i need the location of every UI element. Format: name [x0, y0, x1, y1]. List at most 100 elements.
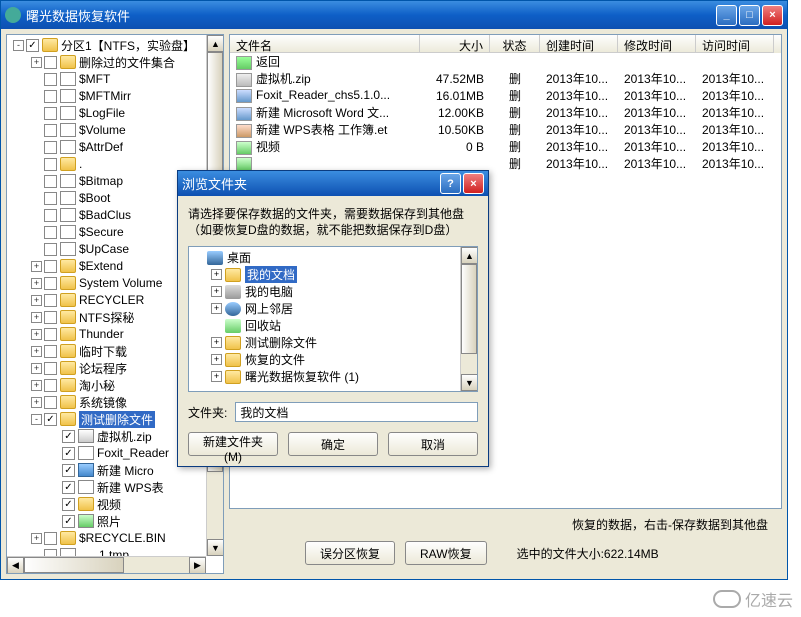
checkbox[interactable] [44, 260, 57, 273]
tree-item[interactable]: $MFT [9, 71, 221, 87]
checkbox[interactable] [44, 379, 57, 392]
expander-icon[interactable]: + [31, 329, 42, 340]
col-status[interactable]: 状态 [490, 35, 540, 53]
list-row[interactable]: 返回 [230, 53, 781, 70]
dialog-close-button[interactable]: × [463, 173, 484, 194]
checkbox[interactable] [44, 192, 57, 205]
col-ctime[interactable]: 创建时间 [540, 35, 618, 53]
title-bar[interactable]: 曙光数据恢复软件 _ □ × [1, 1, 787, 29]
cancel-button[interactable]: 取消 [388, 432, 478, 456]
tree-item[interactable]: $AttrDef [9, 139, 221, 155]
checkbox[interactable] [44, 209, 57, 222]
dlg-scroll-up-button[interactable]: ▲ [461, 247, 478, 264]
expander-icon[interactable]: + [211, 303, 222, 314]
checkbox[interactable] [44, 158, 57, 171]
checkbox[interactable] [44, 277, 57, 290]
checkbox[interactable] [44, 124, 57, 137]
expander-icon[interactable]: + [211, 354, 222, 365]
tree-item[interactable]: 新建 WPS表 [9, 479, 221, 495]
tree-item[interactable]: 照片 [9, 513, 221, 529]
checkbox[interactable] [44, 328, 57, 341]
tree-item[interactable]: $MFTMirr [9, 88, 221, 104]
expander-icon[interactable]: + [31, 261, 42, 272]
tree-item[interactable]: +删除过的文件集合 [9, 54, 221, 70]
scroll-up-button[interactable]: ▲ [207, 35, 224, 52]
checkbox[interactable] [62, 464, 75, 477]
tree-item[interactable]: $LogFile [9, 105, 221, 121]
dialog-tree-item[interactable]: +我的文档 [191, 266, 475, 283]
tree-item[interactable]: 视频 [9, 496, 221, 512]
dialog-help-button[interactable]: ? [440, 173, 461, 194]
expander-icon[interactable]: + [31, 57, 42, 68]
checkbox[interactable] [44, 413, 57, 426]
checkbox[interactable] [44, 90, 57, 103]
expander-icon[interactable]: + [211, 286, 222, 297]
scroll-thumb-h[interactable] [24, 557, 124, 573]
col-name[interactable]: 文件名 [230, 35, 420, 53]
tree-item[interactable]: $Volume [9, 122, 221, 138]
dialog-title-bar[interactable]: 浏览文件夹 ? × [178, 171, 488, 196]
checkbox[interactable] [44, 294, 57, 307]
checkbox[interactable] [44, 532, 57, 545]
checkbox[interactable] [44, 396, 57, 409]
checkbox[interactable] [62, 430, 75, 443]
new-folder-button[interactable]: 新建文件夹(M) [188, 432, 278, 456]
scroll-down-button[interactable]: ▼ [207, 539, 224, 556]
checkbox[interactable] [44, 311, 57, 324]
dialog-tree-scrollbar[interactable]: ▲ ▼ [460, 247, 477, 391]
expander-icon[interactable]: + [211, 337, 222, 348]
expander-icon[interactable]: + [211, 269, 222, 280]
expander-icon[interactable]: + [31, 346, 42, 357]
dlg-scroll-thumb[interactable] [461, 264, 477, 354]
raw-recover-button[interactable]: RAW恢复 [405, 541, 487, 565]
scroll-left-button[interactable]: ◀ [7, 557, 24, 574]
checkbox[interactable] [44, 73, 57, 86]
expander-icon[interactable]: + [31, 278, 42, 289]
list-row[interactable]: 视频0 B删2013年10...2013年10...2013年10... [230, 138, 781, 155]
checkbox[interactable] [44, 362, 57, 375]
folder-name-input[interactable] [235, 402, 478, 422]
checkbox[interactable] [62, 498, 75, 511]
dialog-tree-item[interactable]: 回收站 [191, 317, 475, 334]
list-row[interactable]: 新建 WPS表格 工作簿.et10.50KB删2013年10...2013年10… [230, 121, 781, 138]
checkbox[interactable] [44, 141, 57, 154]
list-row[interactable]: Foxit_Reader_chs5.1.0...16.01MB删2013年10.… [230, 87, 781, 104]
checkbox[interactable] [44, 175, 57, 188]
checkbox[interactable] [44, 56, 57, 69]
expander-icon[interactable]: - [31, 414, 42, 425]
ok-button[interactable]: 确定 [288, 432, 378, 456]
checkbox[interactable] [44, 243, 57, 256]
expander-icon[interactable]: + [31, 380, 42, 391]
checkbox[interactable] [44, 107, 57, 120]
dlg-scroll-down-button[interactable]: ▼ [461, 374, 478, 391]
expander-icon[interactable]: + [31, 397, 42, 408]
checkbox[interactable] [26, 39, 39, 52]
expander-icon[interactable]: + [31, 295, 42, 306]
tree-item[interactable]: +$RECYCLE.BIN [9, 530, 221, 546]
expander-icon[interactable]: - [13, 40, 24, 51]
checkbox[interactable] [62, 447, 75, 460]
list-row[interactable]: 新建 Microsoft Word 文...12.00KB删2013年10...… [230, 104, 781, 121]
expander-icon[interactable]: + [31, 363, 42, 374]
checkbox[interactable] [62, 515, 75, 528]
checkbox[interactable] [44, 226, 57, 239]
tree-scrollbar-h[interactable]: ◀ ▶ [7, 556, 206, 573]
scroll-right-button[interactable]: ▶ [189, 557, 206, 574]
col-size[interactable]: 大小 [420, 35, 490, 53]
minimize-button[interactable]: _ [716, 5, 737, 26]
expander-icon[interactable]: + [211, 371, 222, 382]
dialog-tree-item[interactable]: 桌面 [191, 249, 475, 266]
close-button[interactable]: × [762, 5, 783, 26]
dialog-tree-item[interactable]: +测试删除文件 [191, 334, 475, 351]
dialog-tree-item[interactable]: +我的电脑 [191, 283, 475, 300]
checkbox[interactable] [44, 345, 57, 358]
col-mtime[interactable]: 修改时间 [618, 35, 696, 53]
maximize-button[interactable]: □ [739, 5, 760, 26]
col-atime[interactable]: 访问时间 [696, 35, 774, 53]
dialog-tree-item[interactable]: +恢复的文件 [191, 351, 475, 368]
checkbox[interactable] [62, 481, 75, 494]
dialog-tree-item[interactable]: +曙光数据恢复软件 (1) [191, 368, 475, 385]
expander-icon[interactable]: + [31, 312, 42, 323]
dialog-tree-item[interactable]: +网上邻居 [191, 300, 475, 317]
list-row[interactable]: 虚拟机.zip47.52MB删2013年10...2013年10...2013年… [230, 70, 781, 87]
